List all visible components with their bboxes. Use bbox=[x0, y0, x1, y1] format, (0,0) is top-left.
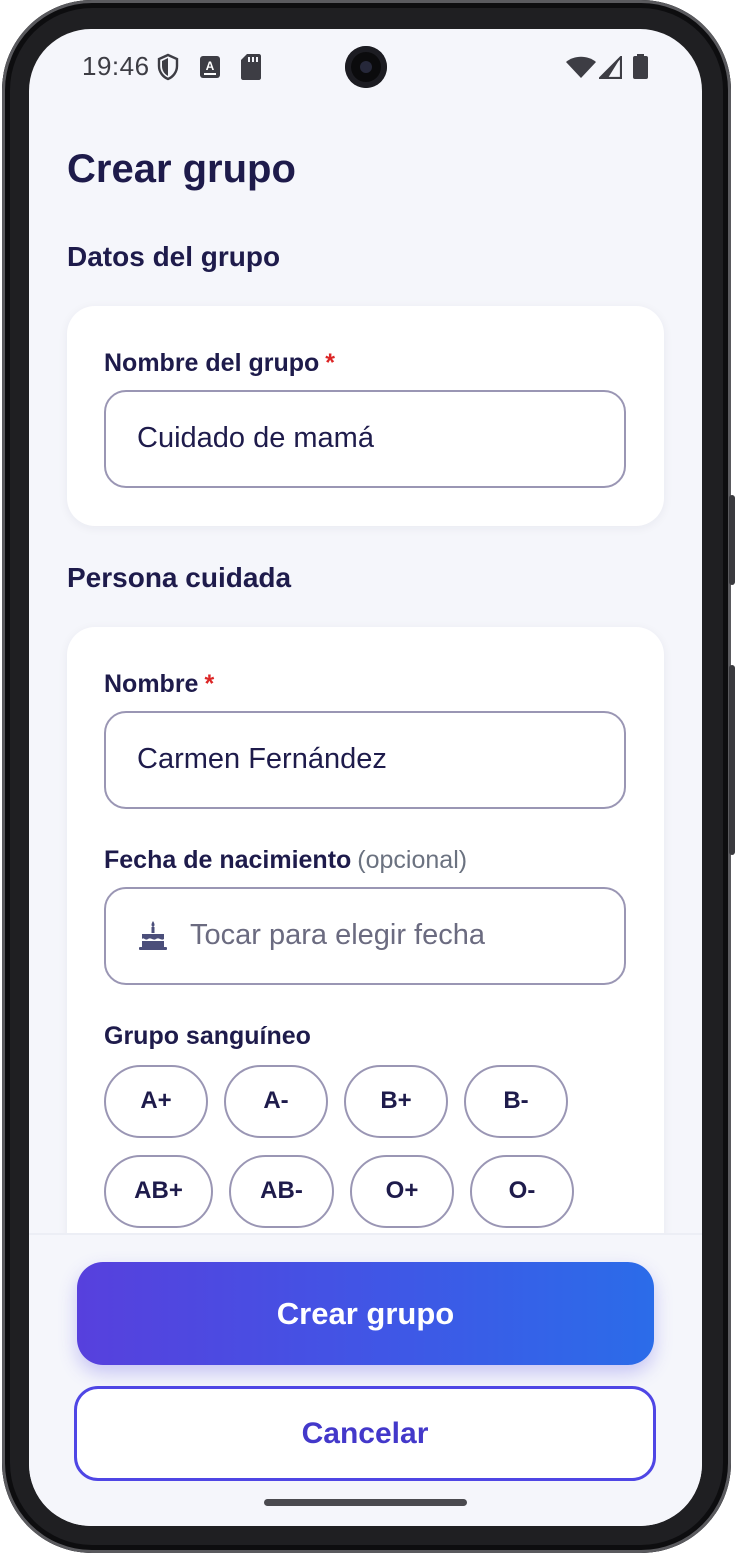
group-name-label-text: Nombre del grupo bbox=[104, 349, 320, 377]
create-group-button[interactable]: Crear grupo bbox=[77, 1262, 654, 1365]
group-card: Nombre del grupo * Cuidado de mamá bbox=[67, 306, 664, 526]
blood-type-chip-a-pos[interactable]: A+ bbox=[104, 1065, 208, 1138]
birthdate-label: Fecha de nacimiento (opcional) bbox=[104, 846, 467, 875]
front-camera bbox=[345, 46, 387, 88]
blood-type-chip-b-pos[interactable]: B+ bbox=[344, 1065, 448, 1138]
person-name-label: Nombre * bbox=[104, 670, 214, 699]
group-name-label: Nombre del grupo * bbox=[104, 349, 335, 378]
birthdate-label-text: Fecha de nacimiento bbox=[104, 846, 352, 874]
section-title-group: Datos del grupo bbox=[67, 241, 281, 272]
font-a-icon: A bbox=[200, 56, 220, 78]
shield-icon bbox=[157, 53, 179, 81]
sd-card-icon bbox=[241, 54, 261, 80]
blood-type-chip-b-neg[interactable]: B- bbox=[464, 1065, 568, 1138]
page-title: Crear grupo bbox=[67, 147, 296, 191]
power-button bbox=[729, 495, 735, 585]
blood-type-label: Grupo sanguíneo bbox=[104, 1022, 311, 1050]
home-indicator[interactable] bbox=[264, 1499, 467, 1506]
wifi-icon bbox=[566, 56, 596, 78]
optional-note: (opcional) bbox=[357, 846, 468, 874]
blood-type-chip-a-neg[interactable]: A- bbox=[224, 1065, 328, 1138]
blood-type-chip-ab-pos[interactable]: AB+ bbox=[104, 1155, 213, 1228]
blood-type-chip-o-neg[interactable]: O- bbox=[470, 1155, 574, 1228]
cake-icon bbox=[139, 921, 167, 950]
required-mark: * bbox=[325, 349, 336, 377]
blood-type-chip-ab-neg[interactable]: AB- bbox=[229, 1155, 334, 1228]
status-time: 19:46 bbox=[82, 51, 150, 81]
battery-icon bbox=[633, 54, 648, 79]
status-bar: 19:46 A bbox=[29, 29, 702, 105]
person-name-input[interactable]: Carmen Fernández bbox=[104, 711, 626, 809]
volume-button bbox=[729, 665, 735, 855]
section-title-person: Persona cuidada bbox=[67, 562, 292, 593]
birthdate-placeholder: Tocar para elegir fecha bbox=[190, 919, 485, 951]
svg-text:A: A bbox=[206, 59, 215, 73]
screen: 19:46 A Crear grupo Datos del grupo Nomb… bbox=[29, 29, 702, 1526]
signal-icon bbox=[599, 56, 622, 79]
cancel-button[interactable]: Cancelar bbox=[74, 1386, 656, 1481]
person-name-label-text: Nombre bbox=[104, 670, 199, 698]
person-card: Nombre * Carmen Fernández Fecha de nacimi… bbox=[67, 627, 664, 1267]
group-name-input[interactable]: Cuidado de mamá bbox=[104, 390, 626, 488]
required-mark: * bbox=[204, 670, 215, 698]
birthdate-picker[interactable]: Tocar para elegir fecha bbox=[104, 887, 626, 985]
blood-type-chip-o-pos[interactable]: O+ bbox=[350, 1155, 454, 1228]
